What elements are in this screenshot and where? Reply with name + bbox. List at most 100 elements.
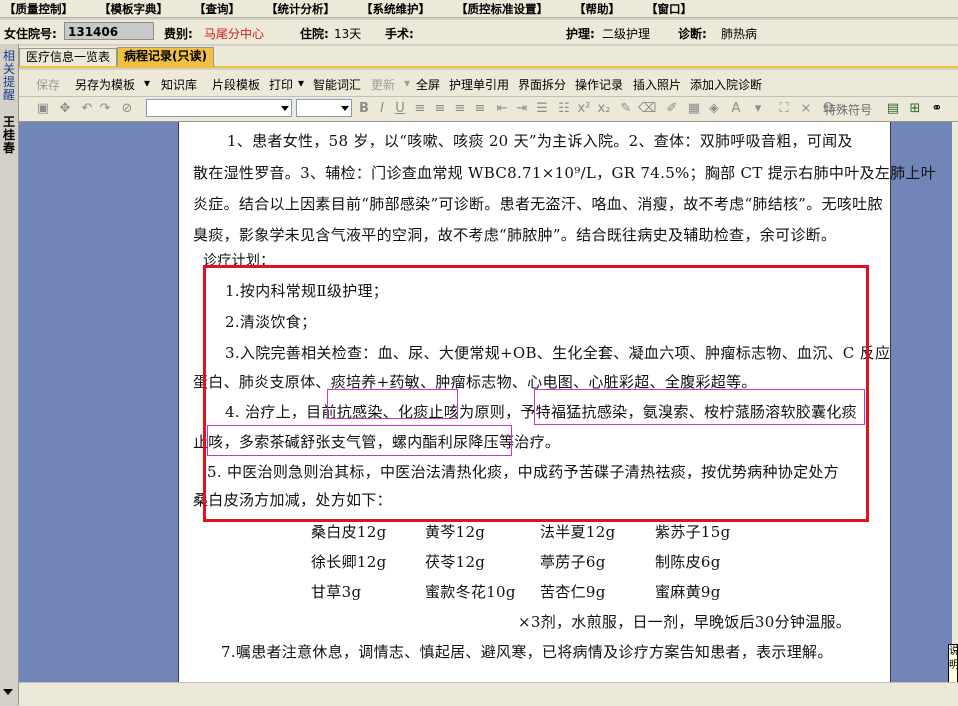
document-tabs: 医疗信息一览表 病程记录(只读) [19,46,958,68]
pen-icon[interactable]: ✐ [664,101,680,116]
smart-words-button[interactable]: 智能词汇 [313,76,361,93]
operation-log-button[interactable]: 操作记录 [575,76,623,93]
fee-type-label: 费别: [164,27,193,41]
fullscreen-button[interactable]: 全屏 [416,76,440,93]
binoculars-icon[interactable]: ⚭ [929,101,945,116]
menu-query[interactable]: 【查询】 [194,1,240,17]
tab-progress-notes[interactable]: 病程记录(只读) [117,47,214,67]
surgery-label: 手术: [385,27,414,41]
update-dropdown-icon[interactable]: ▾ [404,76,410,90]
add-admission-diagnosis-button[interactable]: 添加入院诊断 [690,76,762,93]
menu-quality-control[interactable]: 【质量控制】 [4,1,73,17]
format-toolbar: ▣ ✥ ↶ ↷ ⊘ B I U ≡ ≡ ≡ ≡ ⇤ ⇥ ☰ ☷ x² x₂ ✎ … [19,97,958,122]
table-icon[interactable]: ▦ [686,101,702,116]
plan-item-7: 7.嘱患者注意休息，调情志、慎起居、避风寒，已将病情及诊疗方案告知患者，表示理解… [221,643,833,661]
paragraph-line: 炎症。结合以上因素目前“肺部感染”可诊断。患者无盗汗、咯血、消瘦，故不考虑“肺结… [193,195,883,213]
font-name-select[interactable] [146,99,292,117]
fragment-template-button[interactable]: 片段模板 [212,76,260,93]
herb-item: 徐长卿12g [311,553,387,571]
font-size-select[interactable] [296,99,352,117]
magenta-highlight-box [534,389,865,425]
herb-item: 葶苈子6g [540,553,606,571]
menu-help[interactable]: 【帮助】 [574,1,620,17]
nursing-label: 护理: [566,27,595,41]
indent-decrease-icon[interactable]: ⇤ [494,101,510,116]
bullet-list-icon[interactable]: ☷ [556,101,572,116]
print-dropdown-icon[interactable]: ▾ [298,76,304,90]
horizontal-scrollbar[interactable] [19,682,958,706]
stay-value: 13天 [334,27,362,41]
fill-color-icon[interactable]: ◈ [706,101,722,116]
bold-icon[interactable]: B [356,101,372,116]
patient-name-tab[interactable]: 王桂春 [1,116,17,155]
update-button[interactable]: 更新 [371,76,395,93]
menu-system-maintenance[interactable]: 【系统维护】 [361,1,430,17]
herb-item: 蜜麻黄9g [655,583,721,601]
knowledge-base-button[interactable]: 知识库 [161,76,197,93]
diagnosis-label: 诊断: [678,27,707,41]
justify-icon[interactable]: ≡ [472,101,488,116]
insert-photo-button[interactable]: 插入照片 [633,76,681,93]
dropdown-arrow-icon[interactable]: ▾ [144,76,150,90]
brush-icon[interactable]: ✎ [618,101,634,116]
patient-id-field: 131406 [64,22,154,40]
menu-qc-standard[interactable]: 【质控标准设置】 [456,1,548,17]
clear-format-icon[interactable]: ⨯ [798,101,814,116]
link-icon[interactable]: ⊘ [119,101,135,116]
menu-template-dict[interactable]: 【模板字典】 [99,1,168,17]
related-reminder-tab[interactable]: 相关提醒 [1,50,17,102]
numbered-list-icon[interactable]: ☰ [534,101,550,116]
herb-item: 蜜款冬花10g [425,583,516,601]
chevron-down-icon [341,106,349,111]
save-button[interactable]: 保存 [36,76,60,93]
image-icon[interactable]: ⛶ [776,101,792,116]
tab-medical-overview[interactable]: 医疗信息一览表 [19,48,118,66]
herb-item: 黄芩12g [425,523,486,541]
main-toolbar: 保存 另存为模板 ▾ 知识库 片段模板 打印 ▾ 智能词汇 更新 ▾ 全屏 护理… [19,70,958,97]
nursing-ref-button[interactable]: 护理单引用 [449,76,509,93]
save-icon[interactable]: ▣ [35,101,51,116]
underline-icon[interactable]: U [392,101,408,116]
add-note-icon[interactable]: ▤ [885,101,901,116]
paragraph-line: 臭痰，影象学未见含气液平的空洞，故不考虑“肺脓肿”。结合既往病史及辅助检查，余可… [193,226,837,244]
superscript-icon[interactable]: x² [576,101,592,116]
paragraph-line: 1、患者女性，58 岁，以“咳嗽、咳痰 20 天”为主诉入院。2、查体：双肺呼吸… [227,132,853,150]
special-symbol-button[interactable]: 特殊符号 [824,101,872,118]
indent-increase-icon[interactable]: ⇥ [514,101,530,116]
herb-item: 甘草3g [311,583,362,601]
herb-item: 法半夏12g [540,523,616,541]
herb-item: 制陈皮6g [655,553,721,571]
menu-window[interactable]: 【窗口】 [646,1,692,17]
herb-item: 茯苓12g [425,553,486,571]
align-center-icon[interactable]: ≡ [432,101,448,116]
italic-icon[interactable]: I [374,101,390,116]
print-button[interactable]: 打印 [269,76,293,93]
dosage-line: ×3剂，水煎服，日一剂，早晚饭后30分钟温服。 [518,613,852,631]
herb-item: 紫苏子15g [655,523,731,541]
font-color-dropdown-icon[interactable]: ▾ [750,101,766,116]
scroll-down-icon[interactable] [3,689,13,695]
left-side-panel: 相关提醒 王桂春 [0,44,19,705]
herb-item: 苦杏仁9g [540,583,606,601]
diagnosis-value: 肺热病 [721,27,758,41]
eraser-icon[interactable]: ⌫ [638,101,656,116]
menu-statistics[interactable]: 【统计分析】 [266,1,335,17]
magenta-highlight-box [327,389,458,419]
patient-id-label: 女住院号: [4,27,57,41]
subscript-icon[interactable]: x₂ [596,101,612,116]
undo-icon[interactable]: ↶ [79,101,95,116]
align-left-icon[interactable]: ≡ [412,101,428,116]
align-right-icon[interactable]: ≡ [452,101,468,116]
stay-label: 住院: [300,27,329,41]
fee-type-value: 马尾分中心 [204,27,265,41]
insert-icon[interactable]: ⊞ [907,101,923,116]
vertical-scrollbar[interactable] [952,122,958,682]
split-view-button[interactable]: 界面拆分 [518,76,566,93]
redo-icon[interactable]: ↷ [97,101,113,116]
menu-bar: 【质量控制】 【模板字典】 【查询】 【统计分析】 【系统维护】 【质控标准设置… [0,0,958,18]
save-as-template-button[interactable]: 另存为模板 [75,76,135,93]
nursing-value: 二级护理 [602,27,651,41]
chevron-down-icon [281,106,289,111]
font-color-icon[interactable]: A [728,101,744,116]
move-icon[interactable]: ✥ [57,101,73,116]
